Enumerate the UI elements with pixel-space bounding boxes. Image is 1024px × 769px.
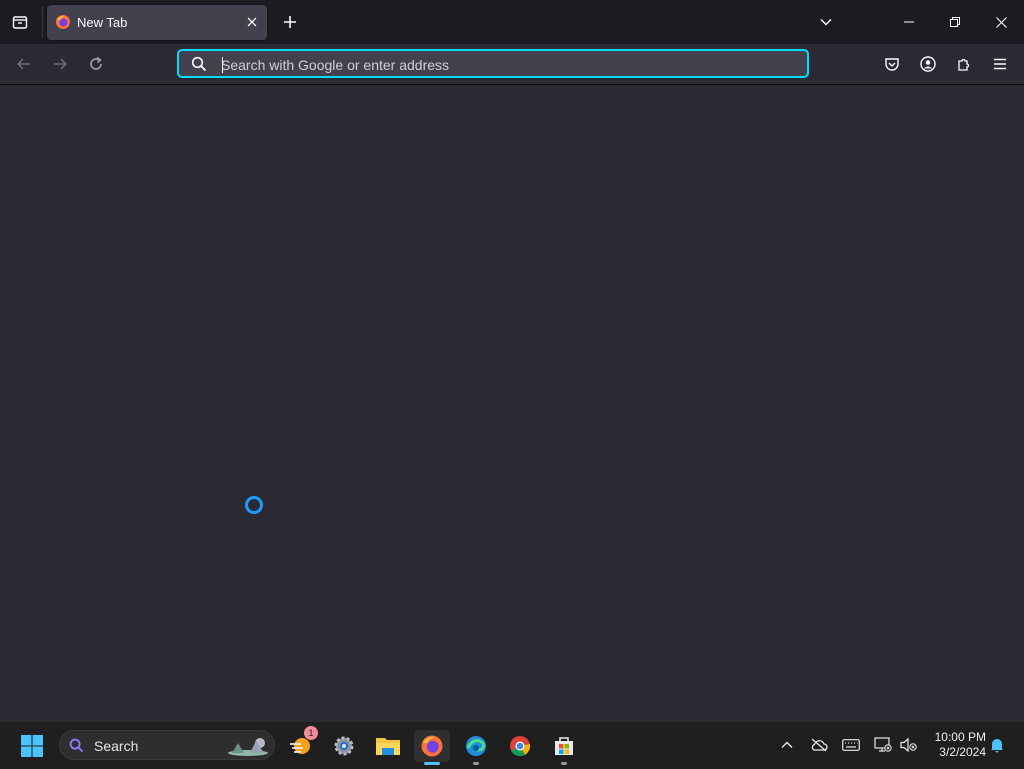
clock-date: 3/2/2024 bbox=[939, 745, 986, 759]
taskbar-chrome[interactable] bbox=[502, 730, 538, 762]
app-menu-button[interactable] bbox=[988, 52, 1012, 76]
page-content bbox=[0, 85, 1024, 721]
taskbar-edge[interactable] bbox=[458, 730, 494, 765]
store-icon bbox=[555, 737, 573, 755]
clock-time: 10:00 PM bbox=[934, 730, 986, 744]
puzzle-icon bbox=[958, 58, 970, 71]
minimize-icon bbox=[904, 21, 914, 23]
pocket-icon bbox=[885, 58, 899, 71]
firefox-icon bbox=[56, 15, 70, 29]
chevron-up-icon bbox=[781, 741, 793, 748]
taskbar-search-box[interactable]: Search bbox=[59, 730, 275, 760]
close-tab-button[interactable] bbox=[243, 13, 261, 31]
edge-icon bbox=[466, 736, 486, 756]
taskbar-firefox[interactable] bbox=[414, 730, 450, 765]
running-indicator bbox=[473, 762, 479, 765]
taskbar-microsoft-store[interactable] bbox=[546, 730, 582, 765]
address-input[interactable] bbox=[219, 54, 793, 76]
search-icon bbox=[69, 738, 84, 753]
new-tab-button[interactable] bbox=[278, 10, 302, 34]
running-indicator bbox=[561, 762, 567, 765]
taskbar-search-label: Search bbox=[94, 738, 139, 754]
windows-logo-icon bbox=[21, 735, 43, 757]
pocket-button[interactable] bbox=[880, 52, 904, 76]
tab-title: New Tab bbox=[77, 15, 128, 30]
address-bar[interactable] bbox=[177, 49, 809, 78]
forward-button[interactable] bbox=[48, 52, 72, 76]
close-icon bbox=[995, 16, 1007, 28]
search-highlight-icon bbox=[228, 738, 268, 756]
notification-center-button[interactable] bbox=[986, 734, 1008, 756]
hamburger-menu-icon bbox=[994, 58, 1006, 70]
onedrive-status-button[interactable] bbox=[808, 734, 830, 756]
notification-badge: 1 bbox=[304, 726, 318, 740]
running-indicator bbox=[424, 762, 440, 765]
system-clock[interactable]: 10:00 PM 3/2/2024 bbox=[926, 730, 986, 760]
firefox-view-button[interactable] bbox=[8, 10, 32, 34]
arrow-right-icon bbox=[54, 58, 68, 70]
minimize-button[interactable] bbox=[886, 0, 932, 44]
volume-button[interactable] bbox=[898, 734, 920, 756]
cloud-off-icon bbox=[811, 738, 828, 752]
chevron-down-icon bbox=[820, 18, 832, 26]
show-hidden-icons-button[interactable] bbox=[776, 734, 798, 756]
folder-icon bbox=[376, 738, 400, 755]
reload-button[interactable] bbox=[84, 52, 108, 76]
title-bar: New Tab bbox=[0, 0, 1024, 44]
taskbar-settings[interactable] bbox=[326, 730, 362, 762]
account-icon bbox=[920, 56, 936, 72]
taskbar-file-explorer[interactable] bbox=[370, 730, 406, 762]
keyboard-icon bbox=[842, 739, 860, 751]
search-icon bbox=[191, 56, 207, 72]
start-button[interactable] bbox=[14, 730, 50, 762]
list-all-tabs-button[interactable] bbox=[814, 10, 838, 34]
speaker-muted-icon bbox=[900, 737, 917, 753]
network-status-button[interactable] bbox=[872, 734, 894, 756]
chrome-icon bbox=[510, 736, 531, 757]
plus-icon bbox=[284, 16, 296, 28]
restore-icon bbox=[950, 17, 960, 27]
tab-new-tab[interactable]: New Tab bbox=[47, 5, 267, 40]
firefox-icon bbox=[421, 735, 443, 757]
extensions-button[interactable] bbox=[952, 52, 976, 76]
gear-icon bbox=[334, 736, 354, 756]
windows-taskbar: Search 1 10:00 PM 3/2/2024 bbox=[0, 721, 1024, 769]
back-button[interactable] bbox=[12, 52, 36, 76]
firefox-view-icon bbox=[12, 16, 28, 29]
bell-icon bbox=[991, 739, 1003, 753]
close-icon bbox=[247, 17, 257, 27]
loading-spinner-icon bbox=[245, 496, 263, 514]
tab-separator bbox=[42, 6, 43, 38]
input-indicator-button[interactable] bbox=[840, 734, 862, 756]
arrow-left-icon bbox=[16, 58, 30, 70]
text-caret bbox=[222, 57, 223, 73]
taskbar-widgets[interactable]: 1 bbox=[282, 726, 318, 762]
account-button[interactable] bbox=[916, 52, 940, 76]
reload-icon bbox=[90, 56, 102, 70]
close-window-button[interactable] bbox=[978, 0, 1024, 44]
network-disconnected-icon bbox=[874, 737, 892, 752]
restore-button[interactable] bbox=[932, 0, 978, 44]
